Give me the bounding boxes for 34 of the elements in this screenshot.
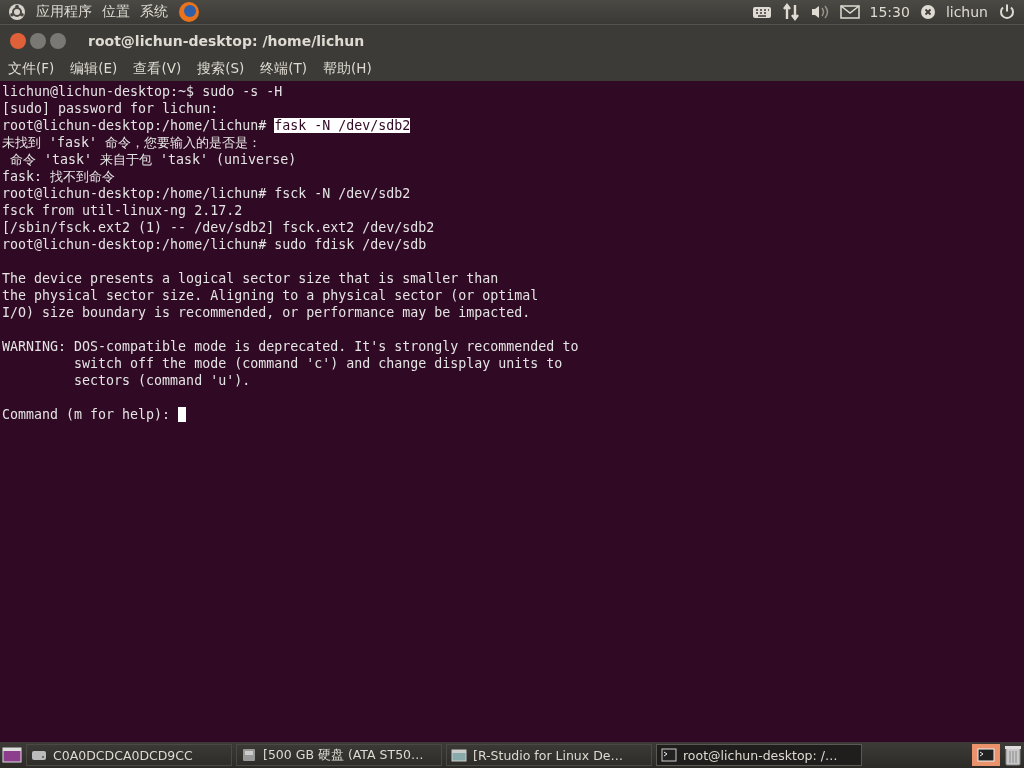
menu-item[interactable]: 文件(F): [8, 60, 55, 78]
taskbar-button[interactable]: [R-Studio for Linux De…: [446, 744, 652, 766]
menu-item[interactable]: 帮助(H): [323, 60, 372, 78]
terminal-line: [sudo] password for lichun:: [2, 100, 220, 117]
menu-item[interactable]: 查看(V): [133, 60, 182, 78]
window-title: root@lichun-desktop: /home/lichun: [88, 33, 365, 49]
panel-menu[interactable]: 应用程序: [36, 3, 92, 21]
terminal-prompt: Command (m for help):: [2, 407, 172, 422]
terminal-line: fsck from util-linux-ng 2.17.2: [2, 202, 244, 219]
menu-item[interactable]: 终端(T): [260, 60, 308, 78]
terminal-line: root@lichun-desktop:/home/lichun# sudo fdisk /dev/sdb: [2, 236, 428, 253]
terminal-line: root@lichun-desktop:/home/lichun# fsck -N /dev/sdb2: [2, 185, 412, 202]
user-name[interactable]: lichun: [945, 4, 988, 20]
selected-text: fask -N /dev/sdb2: [274, 118, 411, 133]
terminal-prompt: root@lichun-desktop:/home/lichun#: [2, 118, 268, 133]
terminal-line: lichun@lichun-desktop:~$ sudo -s -H: [2, 83, 284, 100]
taskbar-button[interactable]: root@lichun-desktop: /…: [656, 744, 862, 766]
terminal-line: WARNING: DOS-compatible mode is deprecated. It's strongly recommended to: [2, 338, 580, 355]
terminal-line: I/O) size boundary is recommended, or performance may be impacted.: [2, 304, 532, 321]
taskbar-button[interactable]: [500 GB 硬盘 (ATA ST50…: [236, 744, 442, 766]
terminal-line: the physical sector size. Aligning to a physical sector (or optimal: [2, 287, 540, 304]
menu-item[interactable]: 编辑(E): [70, 60, 118, 78]
terminal-line: [/sbin/fsck.ext2 (1) -- /dev/sdb2] fsck.ext2 /dev/sdb2: [2, 219, 436, 236]
panel-menu[interactable]: 位置: [102, 3, 130, 21]
terminal-line: 未找到 'fask' 命令，您要输入的是否是：: [2, 134, 263, 151]
terminal-line: switch off the mode (command 'c') and change display units to: [73, 355, 564, 372]
clock[interactable]: 15:30: [869, 4, 910, 20]
terminal-line: The device presents a logical sector size that is smaller than: [2, 270, 500, 287]
terminal-line: 命令 'task' 来自于包 'task' (universe): [9, 151, 298, 168]
panel-menu[interactable]: 系统: [140, 3, 168, 21]
terminal-line: sectors (command 'u').: [73, 372, 252, 389]
terminal-line: fask: 找不到命令: [2, 168, 117, 185]
menu-item[interactable]: 搜索(S): [197, 60, 245, 78]
taskbar-button[interactable]: C0A0DCDCA0DCD9CC: [26, 744, 232, 766]
